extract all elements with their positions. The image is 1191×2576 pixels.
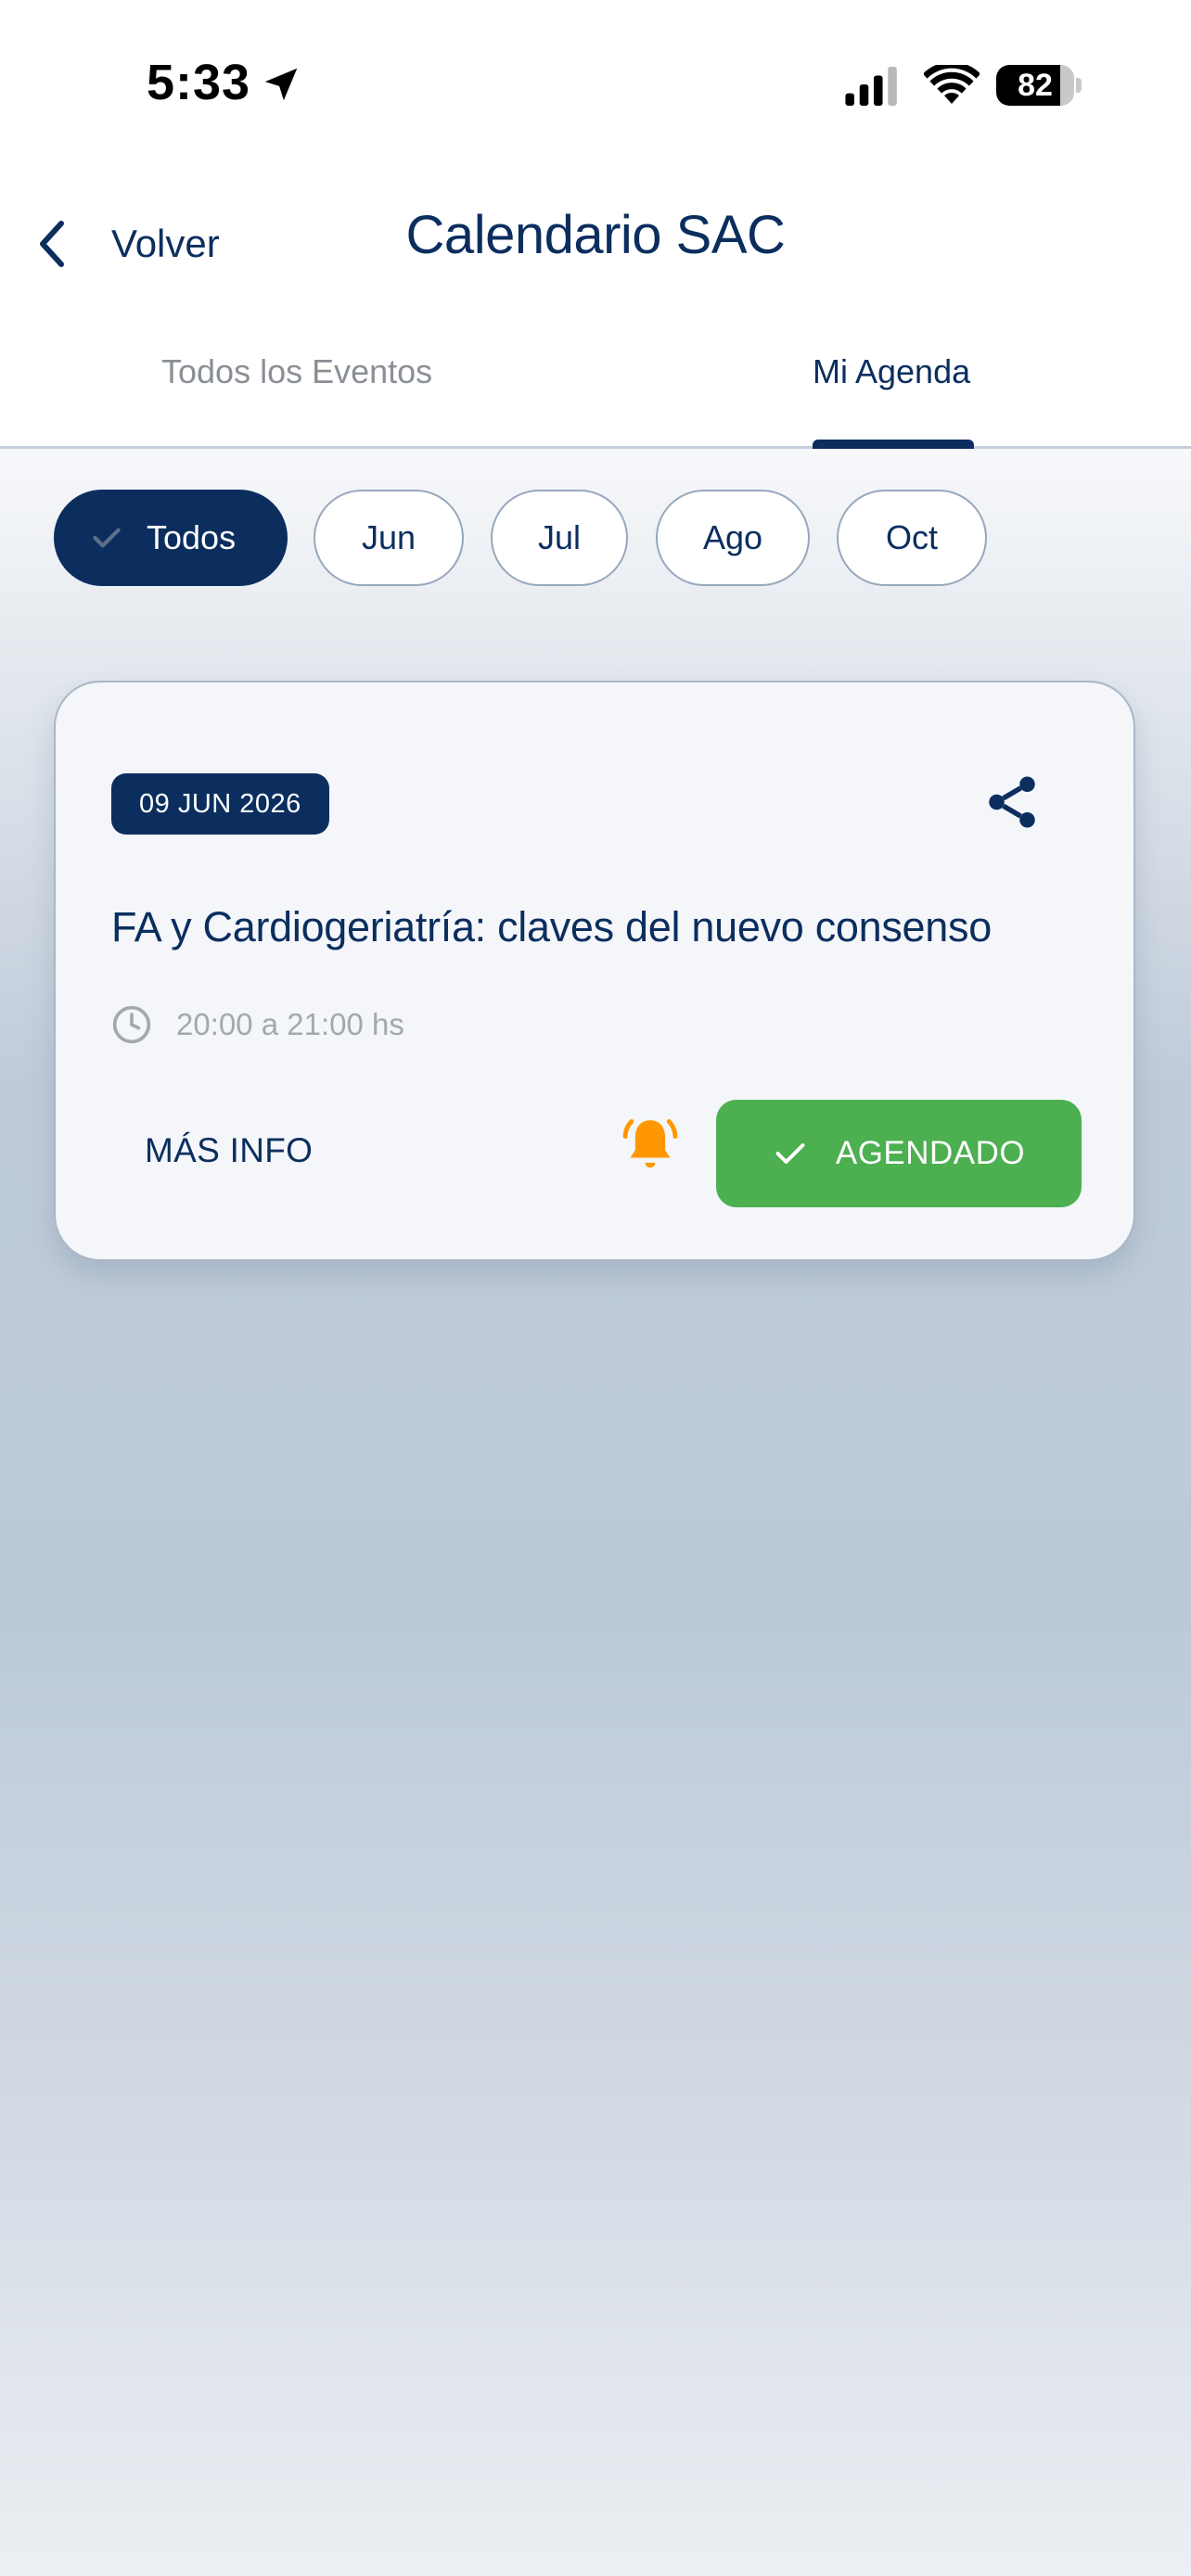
check-icon xyxy=(93,528,121,548)
clock-icon xyxy=(112,1005,151,1044)
nav-header: Volver Calendario SAC xyxy=(0,176,1191,306)
filter-chip-label: Ago xyxy=(702,518,763,556)
tab-active-indicator xyxy=(813,440,974,449)
filter-chip-label: Jul xyxy=(537,518,582,556)
content-area: Todos Jun Jul Ago Oct 09 JUN 2026 FA y C… xyxy=(0,449,1191,2576)
tab-bar: Todos los Eventos Mi Agenda xyxy=(0,306,1191,449)
check-icon xyxy=(775,1143,805,1164)
event-time: 20:00 a 21:00 hs xyxy=(176,1007,404,1041)
tab-all-events[interactable]: Todos los Eventos xyxy=(161,352,432,391)
page-title: Calendario SAC xyxy=(405,205,786,265)
status-time: 5:33 xyxy=(147,55,251,110)
event-date-badge: 09 JUN 2026 xyxy=(111,773,329,835)
scheduled-label: AGENDADO xyxy=(835,1135,1026,1171)
filter-chip-jul[interactable]: Jul xyxy=(491,490,628,586)
event-card: 09 JUN 2026 FA y Cardiogeriatría: claves… xyxy=(54,681,1135,1261)
event-title: FA y Cardiogeriatría: claves del nuevo c… xyxy=(111,903,992,950)
scheduled-button[interactable]: AGENDADO xyxy=(716,1100,1082,1207)
tab-my-agenda[interactable]: Mi Agenda xyxy=(813,352,970,391)
more-info-button[interactable]: MÁS INFO xyxy=(145,1131,313,1170)
filter-chip-label: Todos xyxy=(147,518,237,556)
filter-chip-ago[interactable]: Ago xyxy=(656,490,810,586)
filter-chip-todos[interactable]: Todos xyxy=(54,490,288,586)
status-bar: 5:33 82 xyxy=(0,0,1191,176)
bell-icon[interactable] xyxy=(620,1113,681,1178)
filter-chip-label: Oct xyxy=(885,518,938,556)
share-icon[interactable] xyxy=(981,772,1043,833)
filter-chip-jun[interactable]: Jun xyxy=(314,490,464,586)
battery-icon: 82 xyxy=(996,65,1082,106)
filter-chip-oct[interactable]: Oct xyxy=(837,490,987,586)
cellular-signal-icon xyxy=(845,67,897,106)
event-time-row: 20:00 a 21:00 hs xyxy=(111,1003,404,1046)
filter-chip-label: Jun xyxy=(361,518,416,556)
wifi-icon xyxy=(924,65,980,104)
battery-level: 82 xyxy=(1018,68,1053,103)
location-arrow-icon xyxy=(264,68,298,101)
